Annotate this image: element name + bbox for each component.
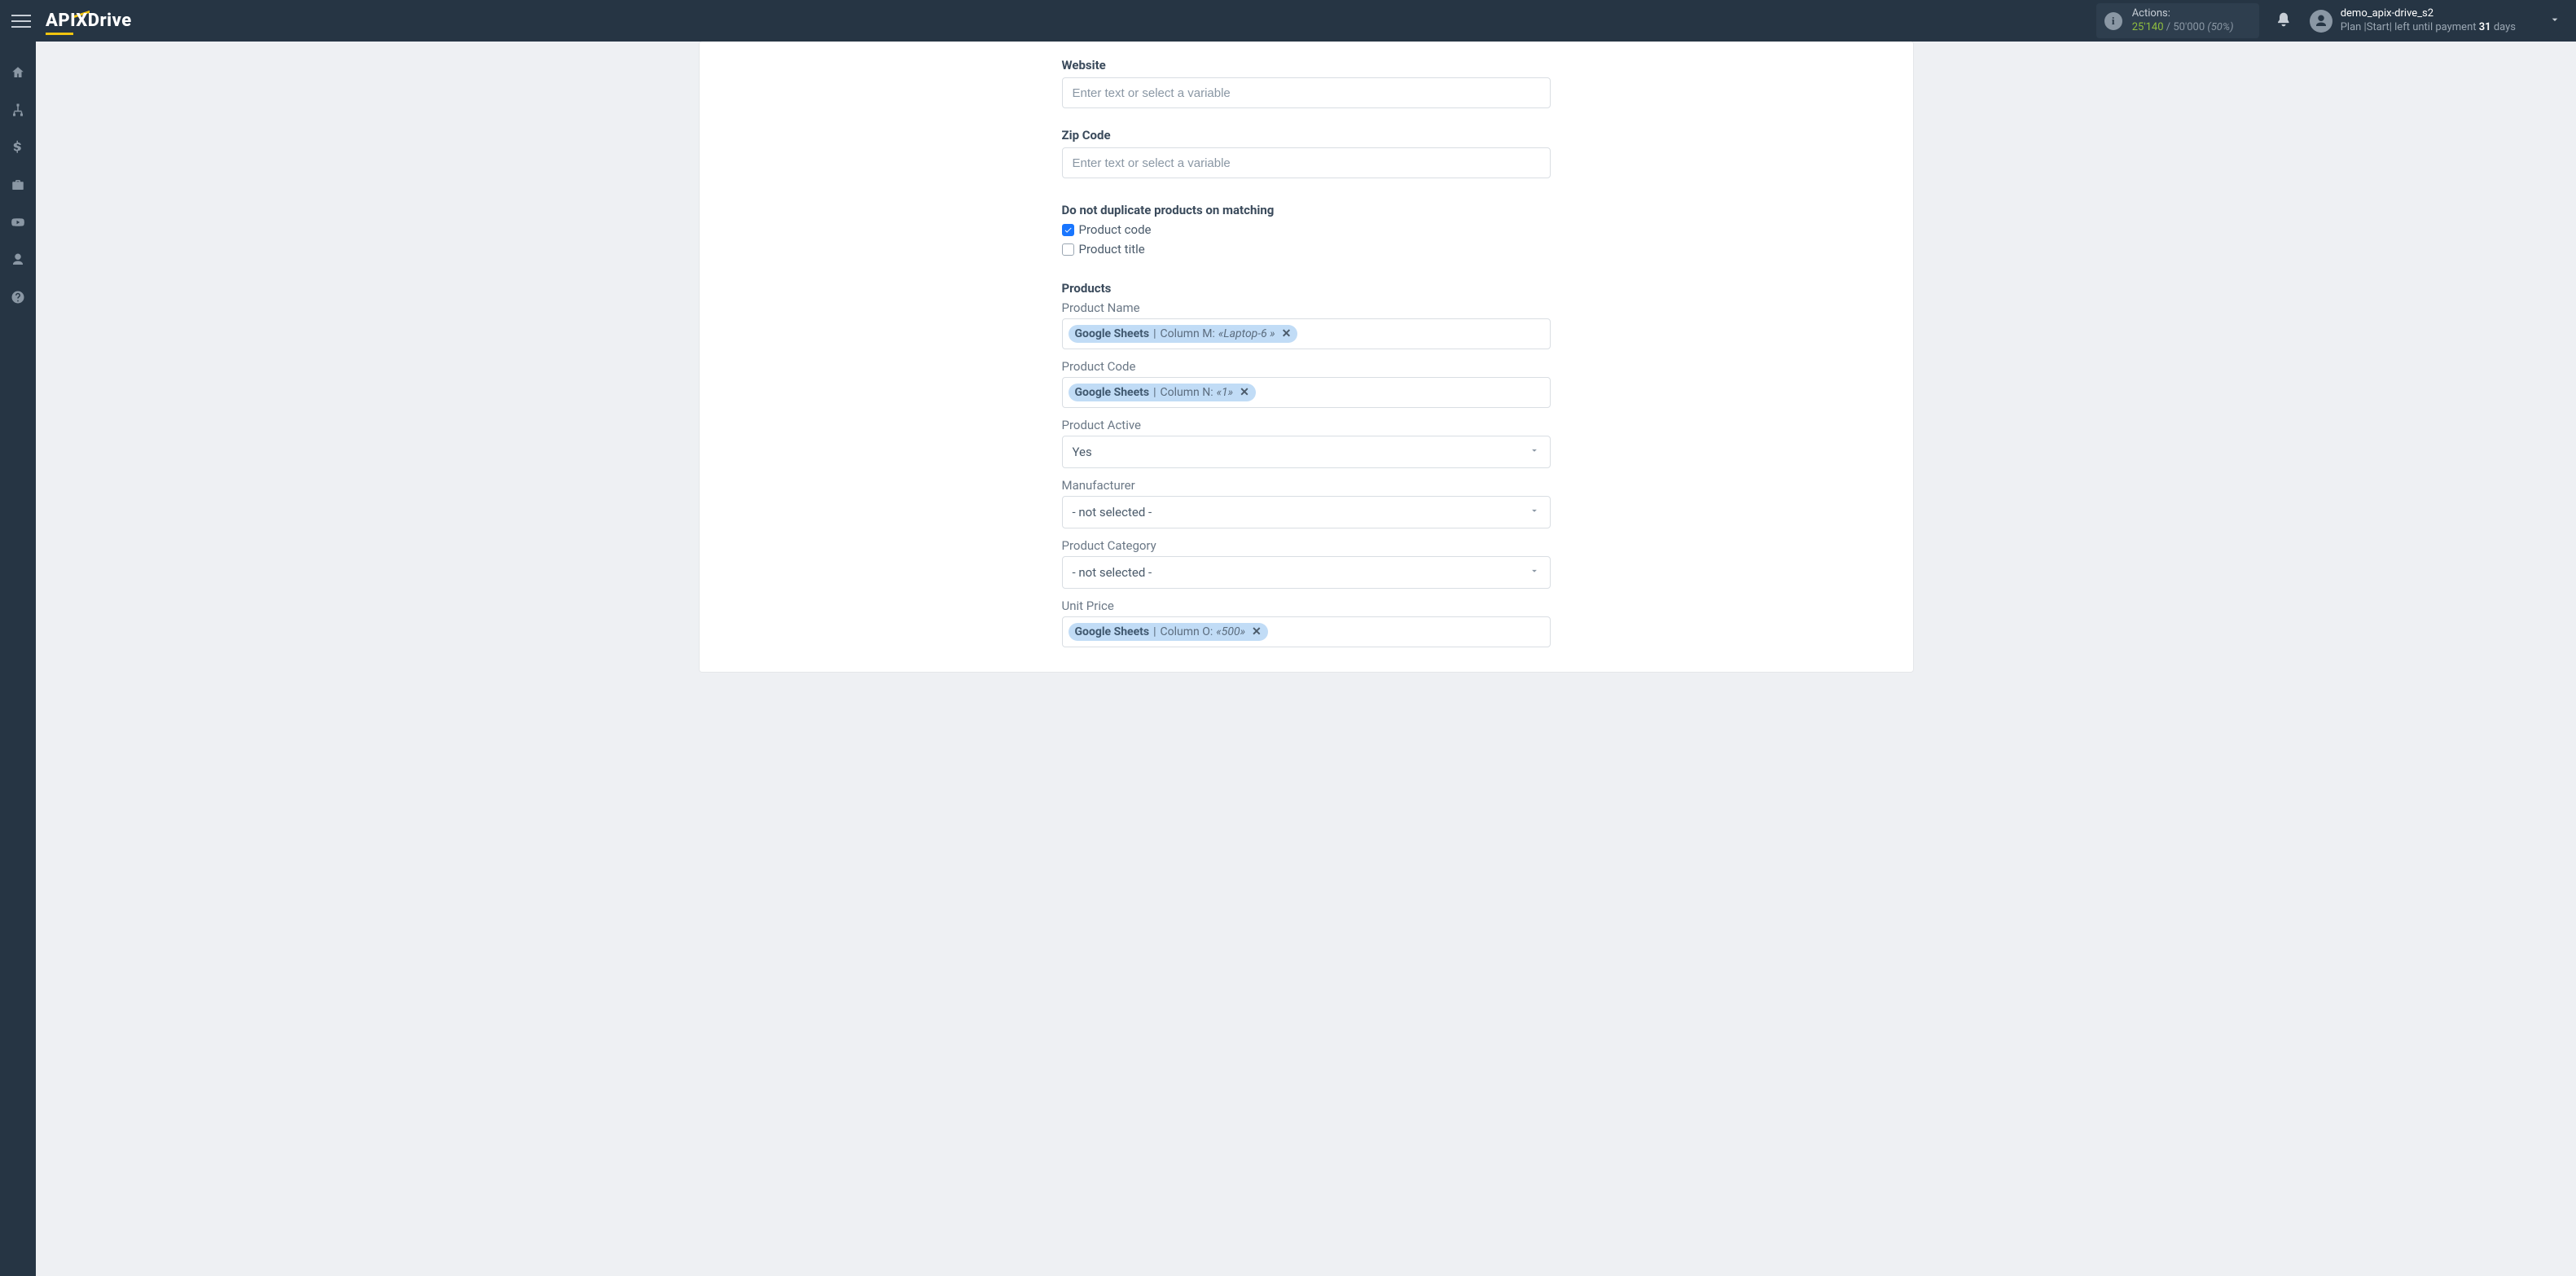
- manufacturer-select[interactable]: - not selected -: [1062, 496, 1551, 528]
- user-icon: [2314, 14, 2328, 29]
- info-icon: i: [2104, 12, 2122, 30]
- actions-counter[interactable]: i Actions: 25'140 / 50'000 (50%): [2096, 3, 2259, 38]
- youtube-icon: [11, 215, 25, 230]
- sidebar: [0, 42, 36, 1276]
- token-unit-price: Google Sheets | Column O: «500» ✕: [1069, 623, 1268, 641]
- nodup-heading: Do not duplicate products on matching: [1062, 203, 1551, 217]
- topbar: APIXDrive i Actions: 25'140 / 50'000 (50…: [0, 0, 2576, 42]
- product-code-label: Product Code: [1062, 359, 1551, 374]
- unit-price-input[interactable]: Google Sheets | Column O: «500» ✕: [1062, 616, 1551, 647]
- sidebar-item-profile[interactable]: [0, 250, 36, 270]
- product-active-label: Product Active: [1062, 418, 1551, 432]
- actions-used: 25'140: [2132, 21, 2164, 33]
- account-caret[interactable]: [2548, 13, 2561, 29]
- category-select[interactable]: - not selected -: [1062, 556, 1551, 589]
- chevron-down-icon: [1529, 445, 1540, 459]
- logo-text-left: API: [46, 11, 76, 31]
- logo[interactable]: APIXDrive: [46, 11, 132, 31]
- briefcase-icon: [11, 178, 25, 192]
- user-icon: [11, 252, 25, 267]
- checkbox-product-title[interactable]: Product title: [1062, 242, 1551, 257]
- website-label: Website: [1062, 58, 1551, 72]
- account-plan: Plan |Start| left until payment 31 days: [2341, 21, 2516, 34]
- checkbox-icon: [1062, 224, 1074, 236]
- check-icon: [1064, 226, 1073, 235]
- sidebar-item-billing[interactable]: [0, 138, 36, 157]
- actions-percent: (50%): [2207, 21, 2233, 33]
- zip-input[interactable]: [1062, 147, 1551, 178]
- product-code-input[interactable]: Google Sheets | Column N: «1» ✕: [1062, 377, 1551, 408]
- avatar: [2310, 10, 2332, 33]
- sitemap-icon: [11, 103, 25, 117]
- unit-price-label: Unit Price: [1062, 599, 1551, 613]
- help-icon: [11, 290, 25, 305]
- bell-icon: [2275, 11, 2292, 28]
- category-label: Product Category: [1062, 538, 1551, 553]
- sidebar-item-home[interactable]: [0, 63, 36, 82]
- logo-text-x: X: [76, 11, 88, 31]
- token-product-name: Google Sheets | Column M: «Laptop-6 » ✕: [1069, 325, 1298, 343]
- sidebar-item-briefcase[interactable]: [0, 175, 36, 195]
- token-product-code: Google Sheets | Column N: «1» ✕: [1069, 384, 1256, 401]
- token-remove[interactable]: ✕: [1240, 386, 1249, 399]
- sidebar-item-video[interactable]: [0, 213, 36, 232]
- website-input[interactable]: [1062, 77, 1551, 108]
- sidebar-item-connections[interactable]: [0, 100, 36, 120]
- product-active-select[interactable]: Yes: [1062, 436, 1551, 468]
- chevron-down-icon: [1529, 565, 1540, 580]
- dollar-icon: [11, 140, 25, 155]
- actions-total: / 50'000: [2166, 21, 2205, 33]
- checkbox-product-code[interactable]: Product code: [1062, 222, 1551, 237]
- actions-label: Actions:: [2132, 7, 2234, 20]
- products-heading: Products: [1062, 281, 1551, 296]
- form-panel: Website Zip Code Do not duplicate produc…: [700, 42, 1913, 672]
- token-remove[interactable]: ✕: [1252, 625, 1262, 638]
- sidebar-item-help[interactable]: [0, 287, 36, 307]
- checkbox-label: Product code: [1079, 222, 1152, 237]
- zip-label: Zip Code: [1062, 128, 1551, 143]
- chevron-down-icon: [2548, 13, 2561, 26]
- product-name-input[interactable]: Google Sheets | Column M: «Laptop-6 » ✕: [1062, 318, 1551, 349]
- menu-toggle[interactable]: [11, 11, 31, 31]
- account-name: demo_apix-drive_s2: [2341, 7, 2516, 20]
- account-menu[interactable]: demo_apix-drive_s2 Plan |Start| left unt…: [2310, 7, 2516, 34]
- checkbox-icon: [1062, 243, 1074, 256]
- logo-text-right: Drive: [88, 11, 132, 31]
- manufacturer-label: Manufacturer: [1062, 478, 1551, 493]
- chevron-down-icon: [1529, 505, 1540, 520]
- home-icon: [11, 65, 25, 80]
- product-name-label: Product Name: [1062, 300, 1551, 315]
- checkbox-label: Product title: [1079, 242, 1145, 257]
- token-remove[interactable]: ✕: [1282, 327, 1292, 340]
- notifications-button[interactable]: [2275, 11, 2292, 31]
